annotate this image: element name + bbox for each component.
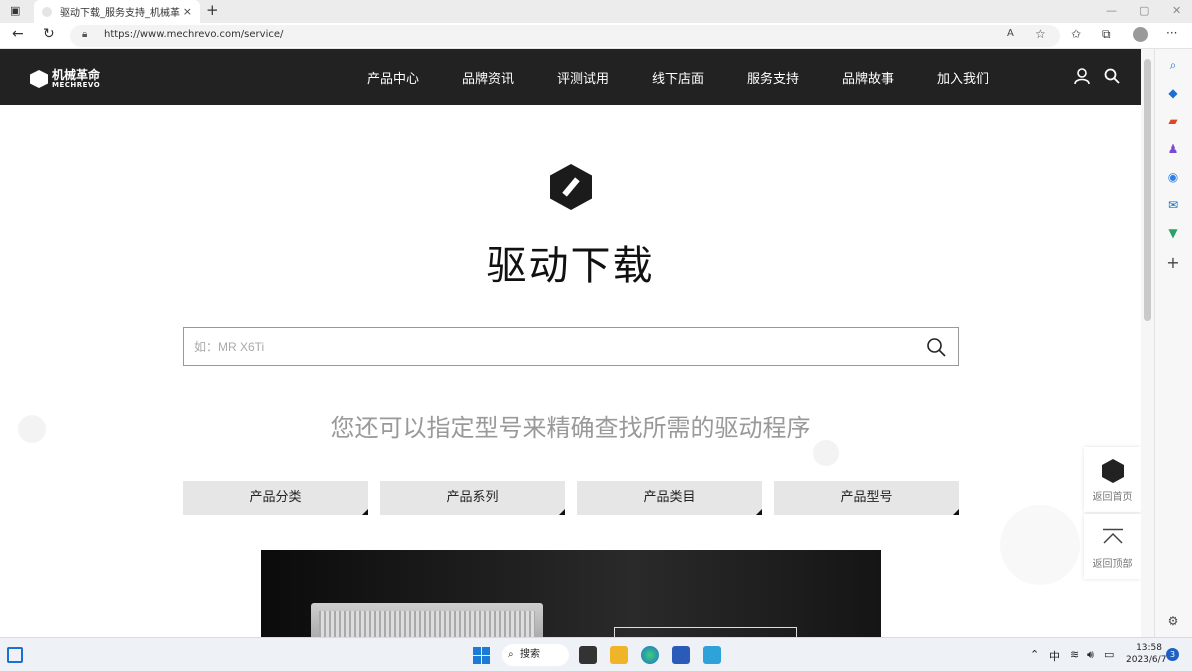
notepad-icon[interactable]: [703, 646, 721, 664]
laptop-image: [311, 603, 543, 637]
settings-gear-icon[interactable]: ⚙: [1165, 613, 1181, 629]
tools-icon[interactable]: ▰: [1165, 113, 1181, 129]
arrow-up-icon: [1103, 528, 1123, 544]
page-scrollbar[interactable]: [1141, 49, 1154, 637]
read-aloud-icon[interactable]: A: [1007, 28, 1014, 39]
profile-avatar[interactable]: [1133, 27, 1148, 42]
maximize-button[interactable]: ▢: [1139, 4, 1149, 17]
outlook-icon[interactable]: ✉: [1165, 197, 1181, 213]
tab-actions-icon[interactable]: ▣: [10, 4, 20, 17]
clock-time: 13:58: [1136, 643, 1162, 653]
taskbar-search[interactable]: ⌕ 搜索: [502, 644, 569, 666]
volume-icon[interactable]: 🔊︎: [1087, 648, 1094, 662]
lock-icon: 🔒︎: [82, 29, 88, 40]
nav-item-brand-story[interactable]: 品牌故事: [842, 68, 894, 87]
back-to-top-label: 返回顶部: [1092, 559, 1133, 570]
windows-start-icon[interactable]: [473, 647, 490, 664]
drop-icon[interactable]: ▼: [1165, 225, 1181, 241]
header-search-icon[interactable]: [1104, 68, 1120, 84]
widgets-icon[interactable]: [7, 647, 23, 663]
edge-sidebar: ⌕ ◆ ▰ ♟ ◉ ✉ ▼ + ⚙: [1154, 49, 1192, 637]
browser-tab-bar: ▣ 驱动下载_服务支持_机械革命官方 × + — ▢ ✕: [0, 0, 1192, 23]
add-sidebar-icon[interactable]: +: [1165, 255, 1181, 271]
browser-tab[interactable]: 驱动下载_服务支持_机械革命官方 ×: [34, 0, 200, 23]
site-header: 机械革命 MECHREVO 产品中心 品牌资讯 评测试用 线下店面 服务支持 品…: [0, 49, 1141, 105]
dropdown-corner-icon: [362, 509, 368, 515]
back-icon[interactable]: ←: [12, 26, 24, 42]
minimize-button[interactable]: —: [1106, 4, 1117, 17]
tab-favicon-icon: [42, 6, 52, 17]
driver-search-box: [183, 327, 959, 366]
tray-chevron-icon[interactable]: ⌃: [1030, 648, 1039, 661]
store-icon[interactable]: [672, 646, 690, 664]
url-text: https://www.mechrevo.com/service/: [104, 29, 284, 40]
favorites-icon[interactable]: ✩: [1071, 27, 1081, 41]
new-tab-button[interactable]: +: [206, 1, 219, 19]
nav-item-support[interactable]: 服务支持: [747, 68, 799, 87]
home-mark-icon: [1102, 459, 1124, 483]
nav-item-join-us[interactable]: 加入我们: [937, 68, 989, 87]
logo-mark-icon: [30, 70, 48, 88]
collections-icon[interactable]: ⧉: [1102, 27, 1111, 42]
office-icon[interactable]: ◉: [1165, 169, 1181, 185]
edge-browser-icon[interactable]: [641, 646, 659, 664]
taskbar-clock[interactable]: 13:58 2023/6/7: [1126, 642, 1167, 666]
filter-product-category[interactable]: 产品分类: [183, 481, 368, 515]
driver-search-input[interactable]: [194, 336, 894, 358]
banner-frame: [614, 627, 797, 637]
page-title: 驱动下载: [486, 243, 655, 289]
product-banner[interactable]: [261, 550, 881, 637]
filter-label: 产品分类: [249, 490, 302, 505]
filter-label: 产品型号: [840, 490, 893, 505]
clock-date: 2023/6/7: [1126, 655, 1167, 665]
battery-icon[interactable]: ▭: [1104, 648, 1114, 661]
tab-close-icon[interactable]: ×: [183, 5, 192, 18]
file-explorer-icon[interactable]: [610, 646, 628, 664]
logo-text-cn: 机械革命: [52, 68, 101, 82]
decor-circle: [813, 440, 839, 466]
brand-mark-icon: [550, 164, 592, 210]
filter-product-model[interactable]: 产品型号: [774, 481, 959, 515]
taskbar-search-label: 搜索: [520, 649, 540, 660]
nav-item-products[interactable]: 产品中心: [367, 68, 419, 87]
nav-item-stores[interactable]: 线下店面: [652, 68, 704, 87]
more-menu-icon[interactable]: ···: [1166, 26, 1177, 40]
task-view-icon[interactable]: [579, 646, 597, 664]
search-hint: 您还可以指定型号来精确查找所需的驱动程序: [330, 414, 811, 442]
dropdown-corner-icon: [756, 509, 762, 515]
back-to-top-button[interactable]: 返回顶部: [1084, 514, 1141, 579]
decor-circle: [1000, 505, 1080, 585]
back-to-home-label: 返回首页: [1092, 492, 1133, 503]
refresh-icon[interactable]: ↻: [43, 26, 55, 42]
scrollbar-thumb[interactable]: [1144, 59, 1151, 321]
games-icon[interactable]: ♟: [1165, 141, 1181, 157]
mechrevo-logo[interactable]: 机械革命 MECHREVO: [30, 69, 100, 89]
wifi-icon[interactable]: ≋: [1070, 648, 1079, 661]
favorite-star-icon[interactable]: ☆: [1035, 27, 1046, 41]
shopping-tag-icon[interactable]: ◆: [1165, 85, 1181, 101]
nav-item-news[interactable]: 品牌资讯: [462, 68, 514, 87]
dropdown-corner-icon: [559, 509, 565, 515]
filter-label: 产品系列: [446, 490, 499, 505]
url-field[interactable]: 🔒︎ https://www.mechrevo.com/service/ A ☆: [70, 25, 1060, 47]
close-window-button[interactable]: ✕: [1172, 4, 1181, 17]
user-icon[interactable]: [1074, 68, 1090, 85]
taskbar-search-icon: ⌕: [508, 649, 514, 660]
windows-taskbar: ⌕ 搜索 ⌃ 中 ≋ 🔊︎ ▭ 13:58 2023/6/7 3: [0, 637, 1192, 671]
filter-product-type[interactable]: 产品类目: [577, 481, 762, 515]
search-icon[interactable]: [926, 337, 946, 357]
ime-indicator[interactable]: 中: [1049, 648, 1060, 664]
sidebar-search-icon[interactable]: ⌕: [1165, 57, 1181, 73]
logo-text-en: MECHREVO: [52, 81, 101, 89]
notification-badge[interactable]: 3: [1166, 648, 1179, 661]
page-content: 驱动下载 您还可以指定型号来精确查找所需的驱动程序 产品分类 产品系列 产品类目…: [0, 105, 1141, 637]
nav-item-reviews[interactable]: 评测试用: [557, 68, 609, 87]
dropdown-corner-icon: [953, 509, 959, 515]
back-to-home-button[interactable]: 返回首页: [1084, 447, 1141, 512]
filter-product-series[interactable]: 产品系列: [380, 481, 565, 515]
address-bar-row: ← ↻ 🔒︎ https://www.mechrevo.com/service/…: [0, 23, 1192, 49]
filter-label: 产品类目: [643, 490, 696, 505]
tab-title: 驱动下载_服务支持_机械革命官方: [60, 8, 180, 19]
